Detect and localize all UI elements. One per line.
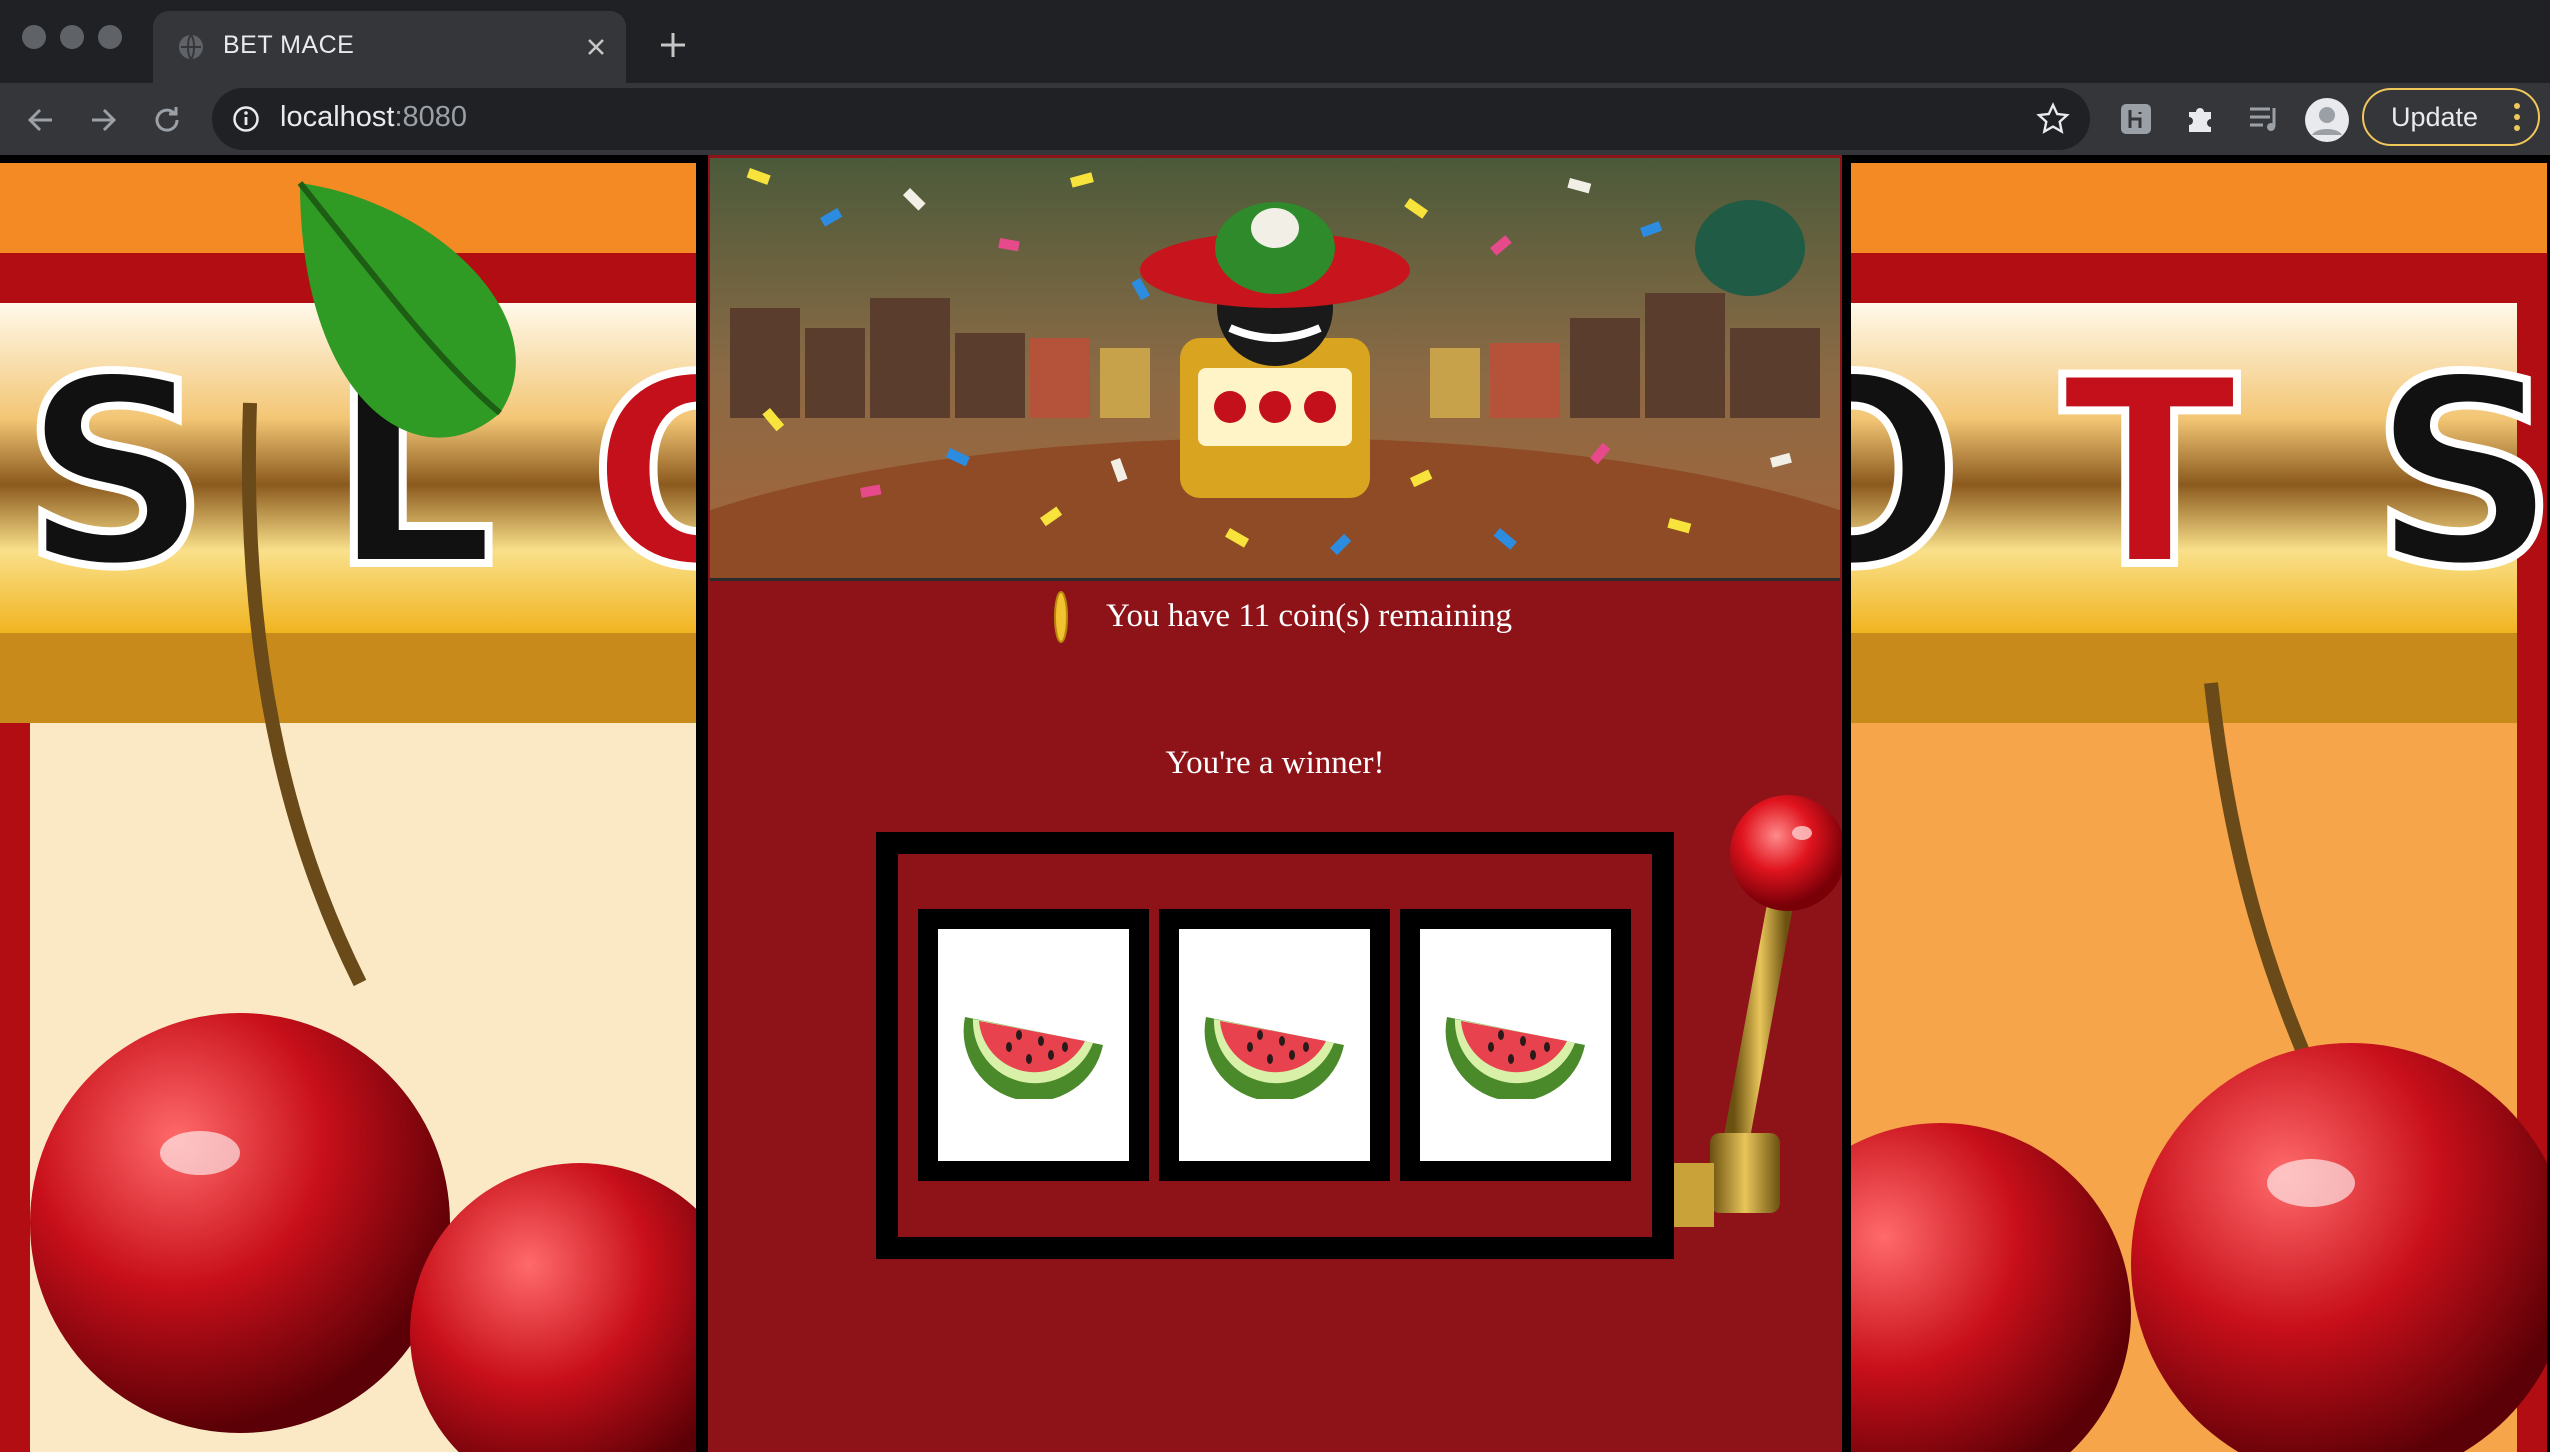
window-close-dot[interactable] — [22, 25, 46, 49]
svg-text:S: S — [2371, 323, 2547, 625]
coin-icon — [1054, 591, 1068, 643]
window-minimize-dot[interactable] — [60, 25, 84, 49]
info-icon[interactable] — [232, 105, 260, 133]
url-port: :8080 — [394, 101, 468, 133]
svg-text:O: O — [590, 323, 696, 625]
avatar-icon[interactable] — [2305, 98, 2349, 142]
svg-text:S: S — [22, 323, 209, 625]
watermelon-icon — [963, 1017, 1103, 1099]
update-label: Update — [2391, 102, 2479, 132]
h-extension-icon[interactable] — [2117, 100, 2155, 138]
close-icon[interactable] — [584, 35, 608, 59]
page-viewport: S L O T S You have 11 coin(s) remaining … — [0, 155, 2550, 1452]
arrow-left-icon[interactable] — [22, 101, 60, 139]
slots-background-art-right: O T S — [1851, 163, 2547, 1452]
plus-icon[interactable] — [656, 28, 690, 62]
slot-game-panel: You have 11 coin(s) remaining You're a w… — [708, 155, 1842, 1452]
coins-remaining-text: You have 11 coin(s) remaining — [1106, 598, 1513, 634]
browser-tabstrip: BET MACE — [0, 0, 2550, 83]
reel-1 — [918, 909, 1149, 1181]
more-vert-icon[interactable] — [2512, 100, 2522, 134]
reload-icon[interactable] — [148, 101, 186, 139]
banner-image — [710, 158, 1840, 581]
url-text: localhost:8080 — [280, 101, 467, 134]
tab-title: BET MACE — [223, 31, 355, 59]
slot-machine-frame — [876, 832, 1674, 1259]
address-bar[interactable]: localhost:8080 — [212, 88, 2090, 150]
slots-background-art-left: S L O — [0, 163, 696, 1452]
window-zoom-dot[interactable] — [98, 25, 122, 49]
slot-lever-handle[interactable] — [1674, 773, 1842, 1293]
watermelon-icon — [1445, 1017, 1585, 1099]
puzzle-icon[interactable] — [2181, 100, 2219, 138]
coin-counter: You have 11 coin(s) remaining — [708, 580, 1842, 660]
star-icon[interactable] — [2036, 102, 2070, 136]
url-host: localhost — [280, 101, 395, 133]
browser-toolbar: localhost:8080 Update — [0, 83, 2550, 155]
svg-text:T: T — [2061, 323, 2240, 625]
result-message: You're a winner! — [1165, 745, 1385, 781]
browser-tab[interactable]: BET MACE — [153, 11, 626, 83]
media-queue-icon[interactable] — [2245, 100, 2283, 138]
watermelon-icon — [1204, 1017, 1344, 1099]
globe-icon — [179, 34, 203, 60]
svg-text:O: O — [1851, 323, 1962, 625]
arrow-right-icon[interactable] — [84, 101, 122, 139]
reel-3 — [1400, 909, 1631, 1181]
update-button[interactable]: Update — [2362, 88, 2540, 146]
reel-2 — [1159, 909, 1390, 1181]
